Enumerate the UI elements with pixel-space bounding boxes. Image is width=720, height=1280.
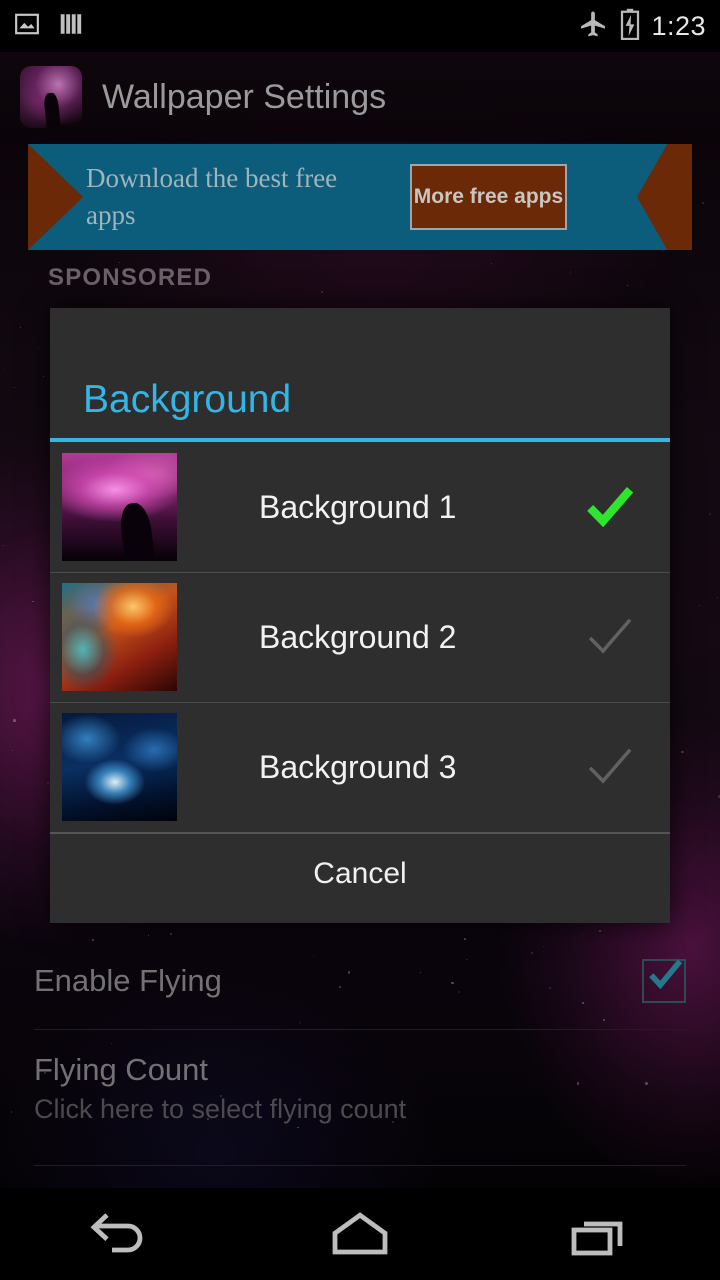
sponsored-label: SPONSORED (48, 264, 213, 291)
sponsored-ad-banner[interactable]: Download the best free apps More free ap… (0, 144, 720, 250)
checkmark-icon[interactable] (582, 479, 638, 535)
dialog-footer: Cancel (50, 832, 670, 923)
status-bar: 1:23 (0, 0, 720, 52)
more-free-apps-button[interactable]: More free apps (410, 164, 567, 230)
list-item[interactable]: Background 3 (50, 702, 670, 832)
list-item-label: Background 3 (259, 748, 457, 785)
background-thumbnail (62, 453, 177, 561)
list-item[interactable]: Background 1 (50, 442, 670, 572)
background-thumbnail (62, 583, 177, 691)
cancel-button[interactable]: Cancel (313, 857, 406, 891)
ad-arrow-right-icon (637, 144, 692, 250)
background-option-list: Background 1 Background 2 Background 3 (50, 442, 670, 832)
title-bar: Wallpaper Settings (0, 52, 720, 142)
list-item-label: Background 1 (259, 488, 457, 525)
ad-arrow-left-icon (28, 144, 83, 250)
back-button[interactable] (45, 1188, 195, 1280)
sd-storage-bars-icon (58, 11, 84, 42)
dialog-header: Background (50, 308, 670, 438)
battery-charging-icon (619, 8, 641, 45)
recents-button[interactable] (525, 1188, 675, 1280)
home-button[interactable] (285, 1188, 435, 1280)
list-item-label: Background 2 (259, 618, 457, 655)
ad-headline: Download the best free apps (86, 163, 338, 230)
image-icon (14, 11, 40, 42)
list-item[interactable]: Background 2 (50, 572, 670, 702)
navigation-bar (0, 1188, 720, 1280)
dialog-title: Background (83, 378, 292, 421)
status-bar-left-icons (14, 11, 84, 42)
page-title: Wallpaper Settings (102, 77, 387, 116)
ad-banner-body[interactable]: Download the best free apps More free ap… (28, 144, 692, 250)
app-icon-nebula (20, 66, 82, 128)
background-thumbnail (62, 713, 177, 821)
airplane-mode-icon (577, 8, 609, 45)
background-selection-dialog: Background Background 1 Background 2 Bac… (50, 308, 670, 923)
checkmark-icon[interactable] (582, 609, 638, 665)
android-screen: 1:23 Wallpaper Settings Download the bes… (0, 0, 720, 1280)
status-bar-clock: 1:23 (651, 10, 706, 41)
status-bar-right-icons: 1:23 (577, 8, 706, 45)
checkmark-icon[interactable] (582, 739, 638, 795)
